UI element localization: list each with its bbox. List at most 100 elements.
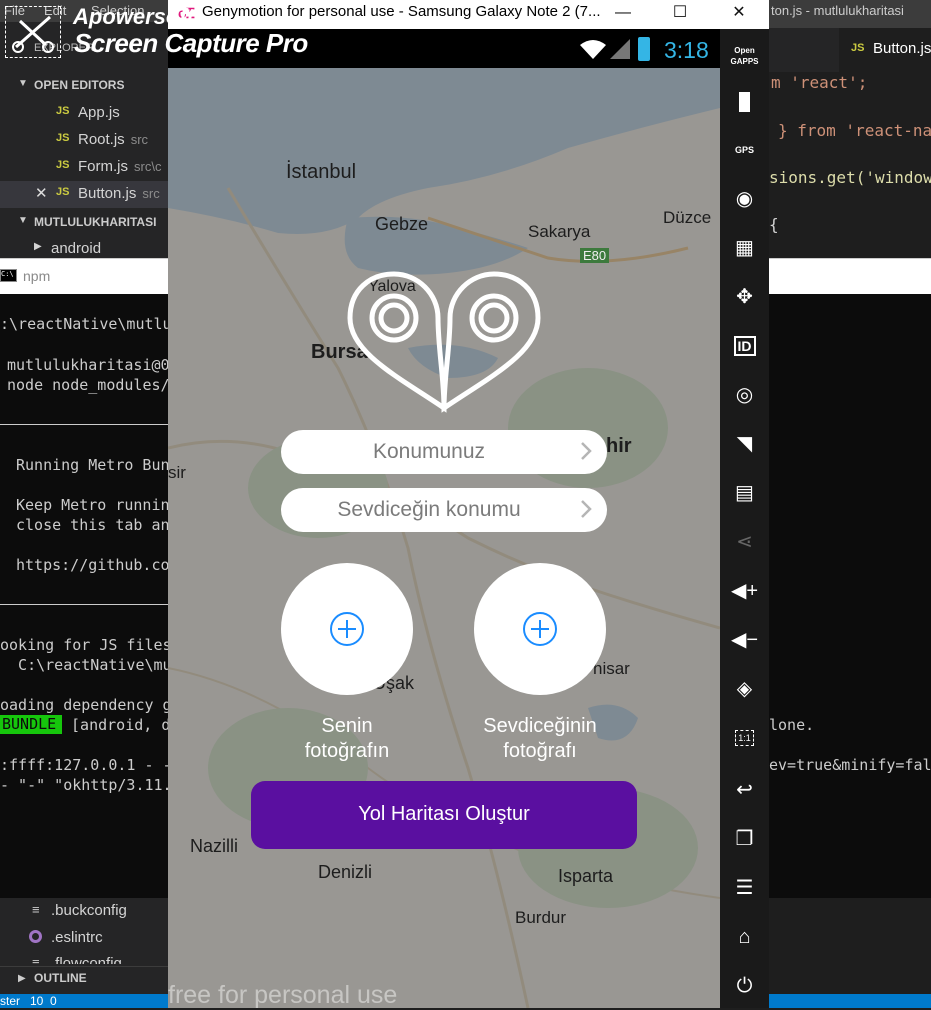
- folder-android[interactable]: ▶ android: [0, 237, 168, 258]
- terminal-divider: [0, 604, 168, 605]
- file-buckconfig[interactable]: .buckconfig: [51, 902, 127, 919]
- add-circle-icon: [330, 612, 364, 646]
- file-dir: src: [130, 132, 149, 147]
- js-file-icon: JS: [56, 159, 70, 171]
- open-editor-root-js[interactable]: JS Root.js src: [0, 127, 168, 154]
- battery-button[interactable]: [720, 79, 769, 123]
- terminal-line: :\reactNative\mutlu: [0, 315, 172, 333]
- project-section[interactable]: ▼ MUTLULUKHARITASI: [0, 211, 168, 233]
- code-line[interactable]: } from 'react-na: [778, 121, 931, 140]
- share-icon: ⋖: [736, 531, 753, 553]
- opengapps-button[interactable]: Open GAPPS: [720, 31, 769, 75]
- map-label: Sakarya: [528, 222, 591, 241]
- code-line[interactable]: m 'react';: [771, 73, 867, 92]
- open-editors-section[interactable]: ▼ OPEN EDITORS: [0, 74, 168, 96]
- tab-label: Button.js: [873, 40, 931, 57]
- chevron-right-icon: [581, 500, 592, 518]
- capture-button[interactable]: ▦: [720, 226, 769, 270]
- maximize-button[interactable]: ☐: [658, 0, 702, 29]
- file-eslintrc[interactable]: .eslintrc: [51, 929, 103, 946]
- terminal-line: C:\reactNative\mu: [0, 656, 172, 674]
- open-editor-button-js[interactable]: ✕ JS Button.js src: [0, 181, 168, 208]
- vscode-tab-bar: JS Button.js: [769, 28, 931, 72]
- terminal-line: mutlulukharitasi@0: [7, 356, 170, 374]
- share-button[interactable]: ⋖: [720, 520, 769, 564]
- map-label: Düzce: [663, 208, 712, 227]
- rotate-button[interactable]: ◈: [720, 667, 769, 711]
- vscode-explorer-bottom: ≡ .buckconfig .eslintrc ≡ .flowconfig ▶ …: [0, 898, 168, 994]
- terminal-line: :ffff:127.0.0.1 - -: [0, 756, 172, 774]
- location-input[interactable]: Konumunuz: [281, 430, 607, 474]
- network-button[interactable]: ◥: [720, 422, 769, 466]
- genymotion-watermark: free for personal use: [168, 981, 398, 1009]
- rotate-icon: ◈: [736, 678, 753, 700]
- gps-button[interactable]: GPS: [720, 128, 769, 172]
- sms-button[interactable]: ▤: [720, 471, 769, 515]
- volume-down-icon: ◀−: [730, 629, 759, 651]
- bundle-badge: BUNDLE: [0, 715, 63, 734]
- file-name: Form.js: [78, 158, 128, 175]
- terminal-line: node node_modules/: [7, 376, 170, 394]
- status-text[interactable]: ster 10 0: [0, 994, 57, 1008]
- beloved-photo-picker[interactable]: [474, 563, 606, 695]
- npm-window-title: npm: [23, 268, 51, 284]
- device-id-button[interactable]: ID: [720, 324, 769, 368]
- menu-button[interactable]: ☰: [720, 866, 769, 910]
- recent-apps-button[interactable]: ❐: [720, 817, 769, 861]
- screen-capture-product: Screen Capture Pro: [74, 28, 308, 58]
- opengapps-label: Open GAPPS: [730, 46, 759, 66]
- volume-up-icon: ◀+: [730, 580, 759, 602]
- eslint-icon: [29, 930, 42, 943]
- screen-capture-brand: Apowersoft: [73, 4, 194, 29]
- webcam-button[interactable]: ◉: [720, 177, 769, 221]
- open-editor-app-js[interactable]: JS App.js: [0, 100, 168, 127]
- file-name: Root.js: [78, 131, 125, 148]
- caret-down-icon: ▼: [18, 215, 28, 226]
- message-icon: ▤: [735, 482, 754, 504]
- file-flowconfig[interactable]: .flowconfig: [51, 955, 122, 964]
- open-editors-label: OPEN EDITORS: [34, 78, 125, 92]
- home-button[interactable]: ⌂: [720, 915, 769, 959]
- map-label: İstanbul: [286, 161, 357, 183]
- terminal-line: lone.: [769, 716, 815, 734]
- code-line[interactable]: {: [769, 215, 779, 234]
- volume-up-button[interactable]: ◀+: [720, 569, 769, 613]
- map-label: Denizli: [318, 862, 373, 882]
- scale-label: 1:1: [735, 730, 754, 746]
- terminal-line: ev=true&minify=fals: [769, 756, 931, 774]
- caret-right-icon: ▶: [18, 973, 26, 984]
- project-label: MUTLULUKHARITASI: [34, 215, 157, 229]
- location-input-label: Konumunuz: [372, 440, 486, 463]
- code-line[interactable]: sions.get('window: [769, 168, 931, 187]
- file-dir: src\c: [134, 159, 162, 174]
- pixel-perfect-button[interactable]: 1:1: [720, 716, 769, 760]
- power-icon: ⏻: [736, 975, 753, 997]
- terminal-line: Running Metro Bun: [16, 456, 170, 474]
- map-background[interactable]: İstanbul Gebze Sakarya Düzce E80 Yalova …: [168, 68, 720, 1008]
- close-button[interactable]: ✕: [717, 0, 761, 29]
- file-lines-icon: ≡: [32, 902, 40, 917]
- beloved-photo-label: Sevdiceğinin fotoğrafı: [483, 715, 597, 762]
- back-button[interactable]: ↩: [720, 768, 769, 812]
- battery-icon: [739, 91, 750, 112]
- close-icon[interactable]: ✕: [35, 184, 48, 202]
- beloved-location-input[interactable]: Sevdiceğin konumu: [281, 488, 607, 532]
- disk-io-button[interactable]: ◎: [720, 373, 769, 417]
- outline-section[interactable]: ▶ OUTLINE: [0, 966, 168, 990]
- js-file-icon: JS: [56, 105, 70, 117]
- open-editor-form-js[interactable]: JS Form.js src\c: [0, 154, 168, 181]
- gps-label: GPS: [734, 145, 754, 155]
- remote-control-button[interactable]: ✥: [720, 275, 769, 319]
- your-photo-picker[interactable]: [281, 563, 413, 695]
- map-label: Isparta: [558, 866, 614, 886]
- minimize-button[interactable]: —: [601, 0, 645, 29]
- power-button[interactable]: ⏻: [720, 964, 769, 1008]
- caret-down-icon: ▼: [18, 78, 28, 89]
- volume-down-button[interactable]: ◀−: [720, 618, 769, 662]
- road-badge: E80: [580, 248, 610, 263]
- vscode-window-title: ton.js - mutlulukharitasi: [771, 3, 904, 18]
- map-label: hisar: [593, 659, 630, 678]
- file-lines-icon: ≡: [32, 955, 40, 964]
- tab-button-js[interactable]: JS Button.js: [839, 28, 931, 72]
- map-label: Burdur: [515, 908, 567, 927]
